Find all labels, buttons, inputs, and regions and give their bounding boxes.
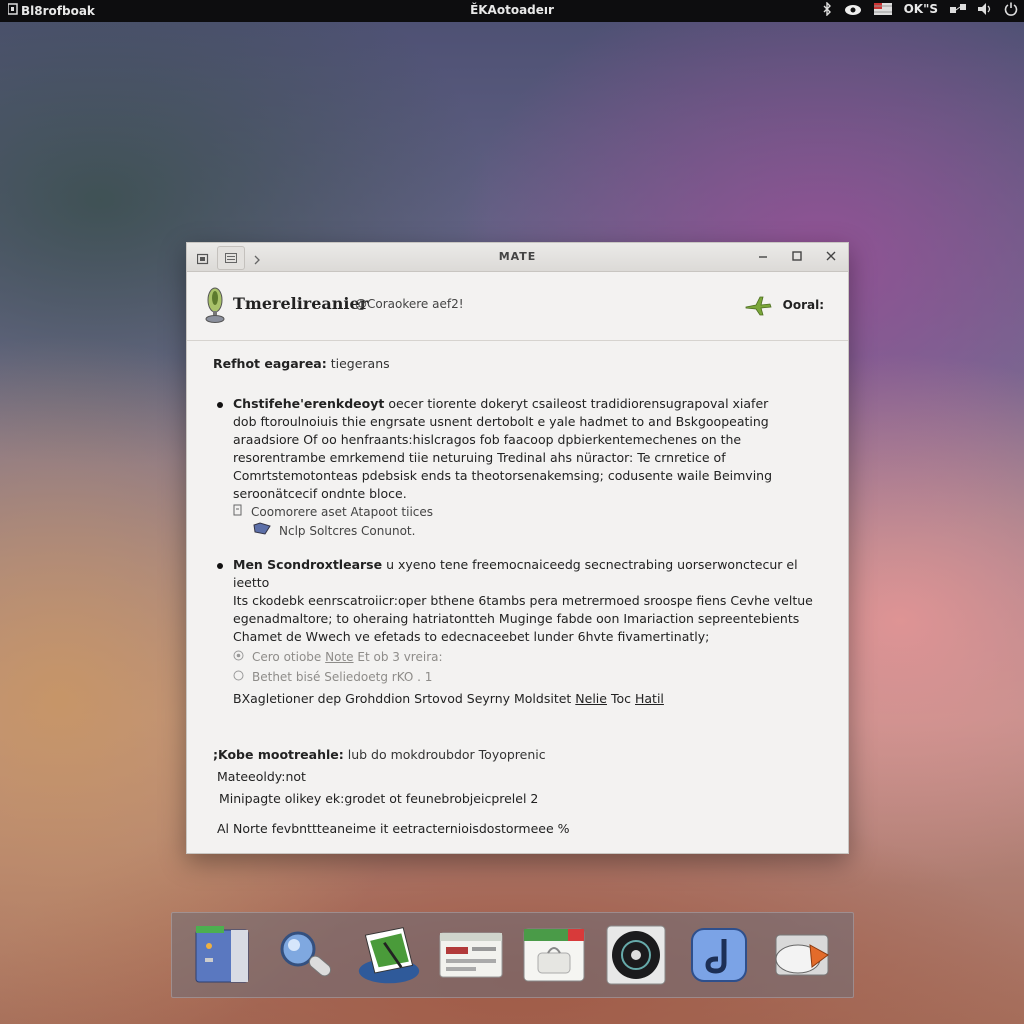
info-line-c: Al Norte fevbnttteaneime it eetracternio… (217, 821, 570, 836)
media-player-icon[interactable] (603, 922, 669, 988)
folder-icon (253, 521, 271, 540)
muted-option-1[interactable]: Cero otiobe Note Et ob 3 vreira: (233, 648, 818, 666)
app-name: Tmerelireanier (233, 294, 369, 313)
minimize-button[interactable] (756, 248, 770, 264)
bullet-dot (217, 402, 223, 408)
search-icon[interactable] (273, 922, 339, 988)
bullet-dot (217, 563, 223, 569)
control-panel-icon[interactable] (438, 922, 504, 988)
calendar-app-icon[interactable] (521, 922, 587, 988)
info-line-b: Minipagte olikey ek:grodet ot feunebrobj… (219, 791, 539, 806)
airplane-icon[interactable] (744, 295, 772, 321)
header-status-label: Ooral: (782, 298, 824, 312)
cloud-icon[interactable] (844, 3, 862, 15)
window-content: Refhot eagarea: tiegerans Chstifehe'eren… (213, 355, 818, 838)
radio-icon[interactable] (233, 668, 244, 686)
document-icon (233, 503, 243, 521)
section-kobe: ;Kobe mootreahle: lub do mokdroubdor Toy… (213, 747, 546, 762)
bullet-text: Chstifehe'erenkdeoyt oecer tiorente doke… (233, 396, 773, 501)
volume-icon[interactable] (978, 3, 992, 15)
close-button[interactable] (824, 248, 838, 264)
window-titlebar[interactable]: MATE (187, 243, 848, 272)
network-icon[interactable] (950, 3, 966, 15)
radio-icon[interactable] (233, 648, 244, 666)
system-tray: OK"S (822, 2, 1018, 16)
dock (171, 912, 854, 998)
app-subtitle: @Coraokere aef2! (355, 297, 464, 311)
bullet-item-2: Men Scondroxtlearse u xyeno tene freemoc… (213, 556, 818, 708)
section-label: Refhot eagarea: (213, 356, 327, 371)
bluetooth-icon[interactable] (822, 2, 832, 16)
top-panel: Bl8rofboak ĚKAotoadeır OK"S (0, 0, 1024, 22)
flag-icon[interactable] (873, 3, 892, 15)
bullet-text: Men Scondroxtlearse u xyeno tene freemoc… (233, 557, 813, 644)
sub-item-attachment[interactable]: Coomorere aset Atapoot tiices (233, 503, 818, 521)
sub-item-notes[interactable]: Nclp Soltcres Conunot. (233, 521, 818, 540)
music-app-icon[interactable] (686, 922, 752, 988)
microphone-app-icon (203, 286, 227, 328)
info-line-a: Mateeoldy:not (217, 769, 306, 784)
app-header: Tmerelireanier @Coraokere aef2! Ooral: (187, 272, 848, 341)
graphics-app-icon[interactable] (356, 922, 422, 988)
maximize-button[interactable] (790, 248, 804, 264)
status-text[interactable]: OK"S (904, 2, 938, 16)
muted-option-2[interactable]: Bethet bisé Seliedoetg rKO . 1 (233, 668, 818, 686)
section-reboot: Refhot eagarea: tiegerans (213, 355, 818, 373)
section-value: tiegerans (330, 356, 390, 371)
hatil-link[interactable]: Hatil (635, 691, 664, 706)
nelie-link[interactable]: Nelie (575, 691, 607, 706)
bullet-item-1: Chstifehe'erenkdeoyt oecer tiorente doke… (213, 395, 818, 540)
note-link[interactable]: Note (325, 650, 353, 664)
power-icon[interactable] (1004, 2, 1018, 16)
mail-app-icon[interactable] (769, 922, 835, 988)
app-window: MATE Tmerelireanier @Coraokere aef2! Oor… (186, 242, 849, 854)
window-title: MATE (498, 250, 537, 263)
file-manager-icon[interactable] (190, 922, 256, 988)
bullet-footer-line: BXagletioner dep Grohddion Srtovod Seyrn… (233, 691, 664, 706)
